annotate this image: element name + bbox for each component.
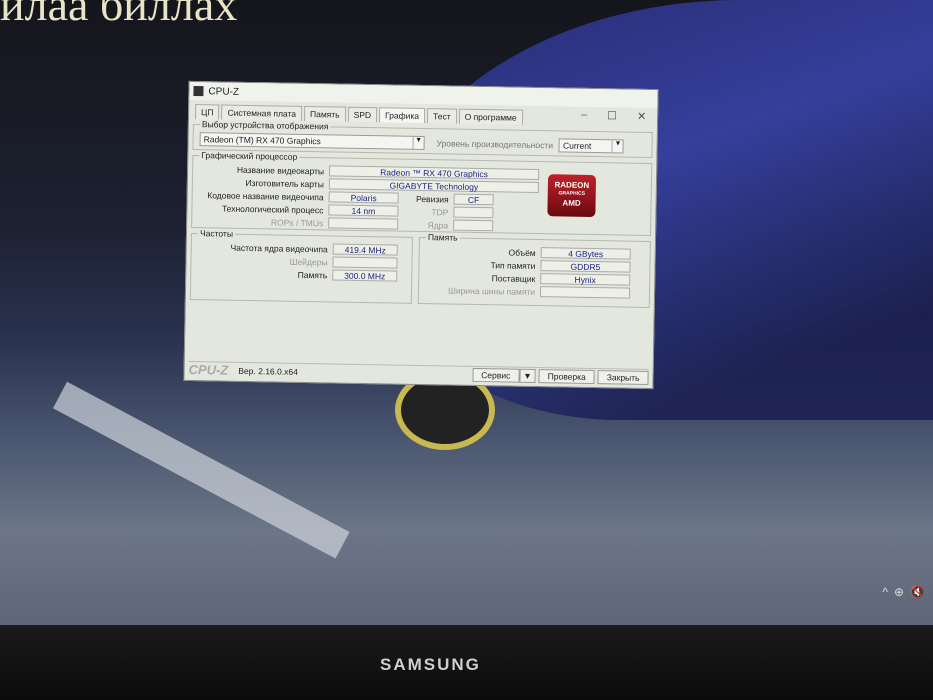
cores-label: Ядра [427, 219, 449, 230]
logo-subtext: GRAPHICS [558, 190, 585, 197]
rops-tmus-value [328, 217, 399, 230]
bus-width-label: Ширина шины памяти [448, 284, 536, 297]
core-clock-label: Частота ядра видеочипа [230, 242, 328, 254]
close-icon[interactable]: ✕ [637, 110, 646, 123]
process-label: Технологический процесс [221, 203, 324, 215]
speaker-muted-icon[interactable]: 🔇 [910, 585, 925, 599]
clocks-group: Частоты Частота ядра видеочипа 419.4 MHz … [189, 227, 414, 304]
globe-icon[interactable]: ⊕ [894, 585, 904, 599]
revision-label: Ревизия [416, 193, 449, 204]
device-select-value: Radeon (TM) RX 470 Graphics [203, 134, 321, 147]
rops-tmus-label: ROPs / TMUs [270, 216, 324, 228]
logo-brand: AMD [562, 198, 581, 208]
board-vendor-label: Изготовитель карты [245, 177, 324, 189]
memory-size-value: 4 GBytes [540, 247, 631, 260]
group-title: Графический процессор [201, 150, 298, 162]
memory-clock-label: Память [297, 269, 328, 280]
memory-type-label: Тип памяти [490, 259, 536, 271]
tab-cpu[interactable]: ЦП [194, 104, 220, 120]
memory-group: Память Объём 4 GBytes Тип памяти GDDR5 Пос… [417, 231, 652, 309]
chevron-down-icon: ▼ [412, 136, 424, 150]
wallpaper-text: илаа биллах [0, 0, 238, 30]
close-button[interactable]: Закрыть [597, 369, 649, 385]
tab-bench[interactable]: Тест [426, 108, 457, 124]
tab-mainboard[interactable]: Системная плата [221, 104, 303, 121]
validate-button[interactable]: Проверка [538, 368, 595, 384]
maximize-icon[interactable]: ☐ [607, 109, 617, 122]
memory-vendor-label: Поставщик [491, 272, 536, 284]
cpuz-brand: CPU-Z [188, 361, 229, 378]
monitor-brand: SAMSUNG [380, 655, 481, 674]
cores-value [453, 219, 494, 232]
tab-graphics[interactable]: Графика [378, 107, 426, 124]
chevron-down-icon[interactable]: ▼ [519, 368, 536, 383]
tab-about[interactable]: О программе [458, 108, 523, 125]
bus-width-value [539, 286, 631, 299]
perf-level-value: Current [562, 140, 592, 151]
chevron-up-icon[interactable]: ^ [882, 585, 888, 599]
tab-memory[interactable]: Память [303, 105, 346, 122]
memory-type-value: GDDR5 [540, 260, 631, 273]
codename-label: Кодовое название видеочипа [207, 189, 324, 202]
revision-value: CF [453, 193, 494, 206]
core-clock-value: 419.4 MHz [332, 243, 398, 256]
amd-radeon-logo: RADEON GRAPHICS AMD [547, 174, 597, 218]
group-title: Частоты [199, 228, 234, 239]
memory-clock-value: 300.0 MHz [332, 269, 398, 282]
memory-size-label: Объём [508, 247, 536, 258]
tab-spd[interactable]: SPD [347, 106, 378, 123]
process-value: 14 nm [328, 204, 399, 217]
chevron-down-icon: ▼ [611, 140, 624, 153]
shader-clock-label: Шейдеры [289, 256, 328, 267]
codename-value: Polaris [328, 191, 399, 204]
minimize-icon[interactable]: – [581, 109, 587, 121]
system-tray: ^ ⊕ 🔇 [882, 585, 925, 599]
tools-button[interactable]: Сервис [472, 367, 520, 383]
version-text: Вер. 2.16.0.x64 [238, 365, 298, 377]
tdp-value [453, 206, 494, 219]
footer: CPU-Z Вер. 2.16.0.x64 Сервис ▼ Проверка … [188, 360, 649, 385]
cpuz-app-icon [193, 86, 204, 97]
memory-vendor-value: Hynix [540, 273, 631, 286]
group-title: Выбор устройства отображения [201, 119, 329, 132]
device-select[interactable]: Radeon (TM) RX 470 Graphics ▼ [199, 132, 425, 151]
window-title: CPU-Z [208, 85, 240, 98]
perf-level-select[interactable]: Current ▼ [558, 138, 625, 154]
wallpaper-road-line [52, 381, 350, 559]
perf-level-label: Уровень производительности [436, 138, 554, 151]
gpu-group: Графический процессор Название видеокарт… [191, 149, 653, 237]
shader-clock-value [332, 256, 398, 269]
cpuz-window: CPU-Z – ☐ ✕ ЦП Системная плата Память SP… [183, 80, 659, 390]
gpu-name-label: Название видеокарты [236, 164, 325, 176]
group-title: Память [427, 232, 458, 243]
tdp-label: TDP [431, 206, 449, 217]
desktop: илаа биллах ^ ⊕ 🔇 CPU-Z – ☐ ✕ ЦП Системн… [0, 0, 933, 625]
